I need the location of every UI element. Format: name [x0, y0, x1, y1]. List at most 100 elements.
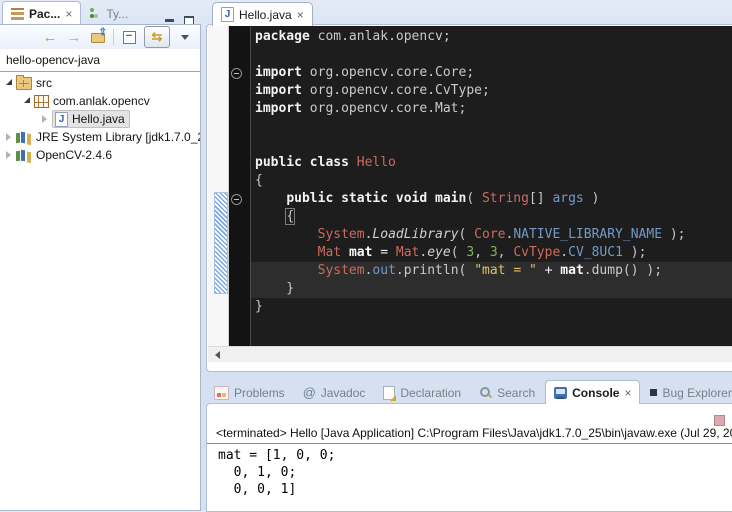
tree-item-src[interactable]: src [0, 74, 200, 92]
project-tree: srccom.anlak.opencv Hello.java JRE System … [0, 74, 200, 164]
bug-square-icon [650, 389, 657, 396]
code-line-6 [251, 136, 732, 154]
scroll-left-arrow-icon[interactable] [215, 351, 220, 359]
back-arrow-icon[interactable]: ← [41, 28, 59, 46]
tab-bug-explorer[interactable]: Bug Explorer [642, 381, 732, 404]
minimize-icon[interactable] [165, 19, 174, 22]
editor-body[interactable]: package com.anlak.opencv; import org.ope… [208, 26, 732, 346]
package-explorer-tab-strip: Pac... × Ty... [0, 2, 202, 25]
expanded-arrow-icon[interactable] [24, 97, 30, 103]
close-icon[interactable]: × [624, 388, 631, 398]
java-file-icon [221, 7, 234, 22]
console-output[interactable]: mat = [1, 0, 0; 0, 1, 0; 0, 0, 1] [207, 444, 732, 498]
tab-label: Ty... [106, 7, 128, 21]
close-icon[interactable]: × [297, 10, 304, 20]
tab-label: Problems [234, 386, 285, 400]
up-arrow-icon: ⇧ [99, 27, 107, 38]
tab-package-explorer[interactable]: Pac... × [2, 1, 81, 25]
tab-label: Pac... [29, 7, 60, 21]
package-explorer-toolbar: ← → ⇧ − ⇆ [0, 25, 200, 49]
code-line-5 [251, 118, 732, 136]
tree-item-label: src [36, 76, 52, 90]
toolbar-separator [113, 29, 114, 45]
javadoc-icon [303, 386, 316, 399]
code-line-4: import org.opencv.core.Mat; [251, 100, 732, 118]
tree-item-label: com.anlak.opencv [53, 94, 150, 108]
declaration-icon [383, 386, 395, 400]
library-icon [16, 149, 32, 161]
code-line-2: import org.opencv.core.Core; [251, 64, 732, 82]
problems-icon [214, 386, 229, 400]
tree-item-jre-system-library-jdk1-7-0-25-[interactable]: JRE System Library [jdk1.7.0_25] [0, 128, 200, 146]
console-output-line: 0, 0, 1] [218, 481, 732, 498]
remove-launch-icon[interactable] [714, 415, 725, 426]
code-line-7: public class Hello [251, 154, 732, 172]
tab-search[interactable]: Search [471, 381, 543, 404]
collapse-all-button[interactable]: − [120, 28, 138, 46]
console-panel: <terminated> Hello [Java Application] C:… [206, 403, 732, 512]
tab-declaration[interactable]: Declaration [375, 381, 469, 404]
tab-problems[interactable]: Problems [206, 381, 293, 404]
horizontal-scrollbar[interactable] [208, 346, 732, 362]
java-file-icon [55, 112, 68, 127]
eclipse-window: { "package_explorer": { "tabs": [ {"labe… [0, 0, 732, 511]
tab-type-hierarchy[interactable]: Ty... [81, 2, 136, 25]
console-tab-strip: Problems Javadoc Declaration Search Console ×… [206, 380, 732, 404]
selected-item-box: Hello.java [52, 110, 130, 128]
tab-label: Console [572, 386, 619, 400]
package-explorer-icon [11, 8, 24, 20]
package-explorer-body: ← → ⇧ − ⇆ hello-opencv-java srccom.anlak… [0, 24, 201, 511]
tree-item-label: Hello.java [72, 112, 125, 126]
link-arrows-icon: ⇆ [152, 29, 163, 45]
code-line-0: package com.anlak.opencv; [251, 28, 732, 46]
tab-label: Javadoc [321, 386, 366, 400]
link-with-editor-button[interactable]: ⇆ [144, 26, 170, 48]
expanded-arrow-icon[interactable] [6, 79, 12, 85]
console-process-title: <terminated> Hello [Java Application] C:… [207, 424, 732, 443]
divider [0, 71, 200, 72]
console-output-line: mat = [1, 0, 0; [218, 447, 732, 464]
collapsed-arrow-icon[interactable] [6, 151, 11, 159]
chevron-down-icon [181, 35, 189, 40]
tab-console[interactable]: Console × [545, 380, 640, 404]
annotation-ruler [208, 26, 229, 346]
code-line-1 [251, 46, 732, 64]
collapsed-arrow-icon[interactable] [6, 133, 11, 141]
code-line-12: Mat mat = Mat.eye( 3, 3, CvType.CV_8UC1 … [251, 244, 732, 262]
tab-label: Search [497, 386, 535, 400]
console-toolbar [207, 404, 732, 424]
tree-item-hello-java[interactable]: Hello.java [0, 110, 200, 128]
forward-arrow-icon[interactable]: → [65, 28, 83, 46]
code-area[interactable]: package com.anlak.opencv; import org.ope… [251, 26, 732, 348]
code-line-9: public static void main( String[] args ) [251, 190, 732, 208]
method-range-indicator [214, 192, 228, 294]
project-root-label[interactable]: hello-opencv-java [0, 49, 200, 70]
code-line-3: import org.opencv.core.CvType; [251, 82, 732, 100]
tree-item-com-anlak-opencv[interactable]: com.anlak.opencv [0, 92, 200, 110]
package-icon [34, 95, 49, 108]
code-line-10: { [251, 208, 732, 226]
tab-label: Declaration [400, 386, 461, 400]
view-menu-button[interactable] [176, 28, 194, 46]
code-line-13: System.out.println( "mat = " + mat.dump(… [251, 262, 732, 280]
console-icon [554, 387, 567, 399]
editor-tab-label: Hello.java [239, 8, 292, 22]
fold-collapse-icon[interactable] [231, 194, 242, 205]
collapse-all-icon: − [123, 31, 136, 44]
package-folder-icon [16, 77, 32, 90]
code-line-14: } [251, 280, 732, 298]
close-icon[interactable]: × [65, 9, 72, 19]
type-hierarchy-icon [89, 8, 101, 20]
code-line-8: { [251, 172, 732, 190]
tab-javadoc[interactable]: Javadoc [295, 381, 374, 404]
editor-tab-hello-java[interactable]: Hello.java × [212, 2, 313, 26]
library-icon [16, 131, 32, 143]
code-line-15: } [251, 298, 732, 316]
collapsed-arrow-icon[interactable] [42, 115, 47, 123]
code-line-11: System.LoadLibrary( Core.NATIVE_LIBRARY_… [251, 226, 732, 244]
tree-item-opencv-2-4-6[interactable]: OpenCV-2.4.6 [0, 146, 200, 164]
fold-collapse-icon[interactable] [231, 68, 242, 79]
up-folder-icon[interactable]: ⇧ [89, 28, 107, 46]
console-output-line: 0, 1, 0; [218, 464, 732, 481]
tree-item-label: JRE System Library [jdk1.7.0_25] [36, 130, 201, 144]
